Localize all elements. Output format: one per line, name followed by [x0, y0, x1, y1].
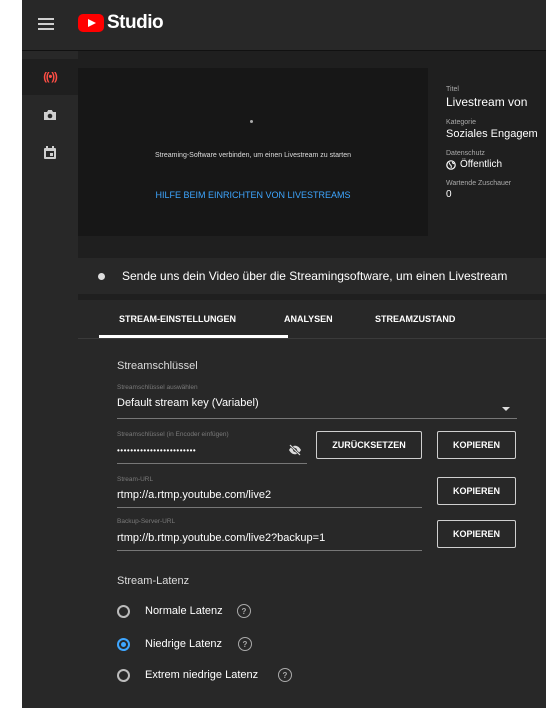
stream-key-section-title: Streamschlüssel: [117, 360, 198, 372]
status-banner: Sende uns dein Video über die Streamings…: [78, 258, 546, 294]
status-banner-text: Sende uns dein Video über die Streamings…: [122, 269, 508, 283]
radio-ultra-low-latency[interactable]: [117, 669, 130, 682]
top-bar: Studio: [22, 0, 546, 51]
stream-preview: Streaming-Software verbinden, um einen L…: [78, 68, 428, 236]
stream-key-select-value[interactable]: Default stream key (Variabel): [117, 397, 259, 409]
normal-latency-label[interactable]: Normale Latenz: [145, 605, 223, 617]
backup-url-label: Backup-Server-URL: [117, 518, 176, 525]
studio-logo[interactable]: Studio: [78, 12, 164, 34]
camera-icon: [44, 110, 56, 120]
help-icon[interactable]: ?: [278, 668, 292, 682]
radio-low-latency[interactable]: [117, 638, 130, 651]
sidebar-item-camera[interactable]: [22, 97, 78, 133]
help-setup-link[interactable]: HILFE BEIM EINRICHTEN VON LIVESTREAMS: [78, 190, 428, 200]
sidebar-item-live[interactable]: ((•)): [22, 59, 78, 95]
privacy-label: Datenschutz: [446, 150, 485, 157]
backup-url-underline: [117, 550, 422, 551]
live-icon: ((•)): [43, 71, 57, 83]
viewers-value: 0: [446, 189, 452, 200]
ultra-low-latency-label[interactable]: Extrem niedrige Latenz: [145, 669, 258, 681]
youtube-logo-icon: [78, 14, 104, 32]
stream-url-field[interactable]: rtmp://a.rtmp.youtube.com/live2: [117, 489, 271, 501]
stream-info-panel: Titel Livestream von Kategorie Soziales …: [446, 86, 546, 210]
stream-settings-panel: Streamschlüssel Streamschlüssel auswähle…: [78, 339, 546, 708]
globe-icon: [446, 159, 456, 170]
status-dot-icon: [98, 272, 105, 280]
reset-button[interactable]: ZURÜCKSETZEN: [316, 431, 422, 459]
stream-key-field[interactable]: ••••••••••••••••••••••••: [117, 446, 196, 455]
privacy-value: Öffentlich: [446, 159, 546, 170]
tab-bar: STREAM-EINSTELLUNGEN ANALYSEN STREAMZUST…: [78, 300, 546, 339]
help-icon[interactable]: ?: [237, 604, 251, 618]
tab-analytics[interactable]: ANALYSEN: [284, 314, 333, 324]
tab-stream-settings[interactable]: STREAM-EINSTELLUNGEN: [119, 314, 236, 324]
stream-key-select-label: Streamschlüssel auswählen: [117, 384, 198, 391]
copy-stream-key-button[interactable]: KOPIEREN: [437, 431, 516, 459]
preview-loading-dot: [250, 120, 253, 123]
category-value: Soziales Engagem: [446, 128, 538, 140]
category-label: Kategorie: [446, 119, 476, 126]
copy-backup-url-button[interactable]: KOPIEREN: [437, 520, 516, 548]
calendar-icon: [44, 145, 56, 159]
stream-key-field-underline: [117, 463, 307, 464]
sidebar-item-calendar[interactable]: [22, 134, 78, 170]
privacy-value-text: Öffentlich: [460, 159, 503, 170]
preview-message: Streaming-Software verbinden, um einen L…: [154, 152, 352, 159]
radio-normal-latency[interactable]: [117, 605, 130, 618]
low-latency-label[interactable]: Niedrige Latenz: [145, 638, 222, 650]
app-title: Studio: [107, 12, 164, 33]
viewers-label: Wartende Zuschauer: [446, 180, 512, 187]
visibility-off-icon[interactable]: [288, 444, 302, 456]
sidebar: ((•)): [22, 51, 78, 708]
tab-stream-health[interactable]: STREAMZUSTAND: [375, 314, 455, 324]
stream-key-field-label: Streamschlüssel (in Encoder einfügen): [117, 431, 229, 438]
stream-key-select-underline: [117, 418, 517, 419]
latency-section-title: Stream-Latenz: [117, 575, 190, 587]
title-value: Livestream von: [446, 95, 528, 109]
stream-url-label: Stream-URL: [117, 476, 154, 483]
studio-window: Studio ((•)) Streaming-Software verbinde…: [22, 0, 546, 708]
chevron-down-icon[interactable]: [502, 407, 510, 411]
menu-icon[interactable]: [38, 18, 54, 30]
active-tab-indicator: [99, 335, 288, 338]
stream-url-underline: [117, 507, 422, 508]
copy-stream-url-button[interactable]: KOPIEREN: [437, 477, 516, 505]
backup-url-field[interactable]: rtmp://b.rtmp.youtube.com/live2?backup=1: [117, 532, 325, 544]
title-label: Titel: [446, 86, 459, 93]
help-icon[interactable]: ?: [238, 637, 252, 651]
